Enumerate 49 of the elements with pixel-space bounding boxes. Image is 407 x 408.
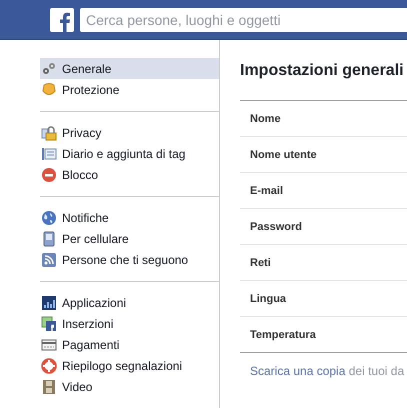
padlock-icon bbox=[41, 124, 57, 140]
settings-row[interactable]: Nome utente bbox=[240, 136, 407, 172]
logo-icon[interactable] bbox=[50, 8, 74, 32]
sidebar-item[interactable]: Pagamenti bbox=[40, 334, 219, 355]
item-label: Privacy bbox=[62, 126, 102, 140]
item-label: Generale bbox=[62, 62, 112, 76]
settings-row[interactable]: Reti bbox=[240, 244, 407, 280]
rss-icon bbox=[41, 252, 57, 268]
page-title: Impostazioni generali bbox=[240, 62, 405, 81]
item-label: Inserzioni bbox=[62, 316, 114, 330]
item-label: Diario e aggiunta di tag bbox=[62, 146, 186, 160]
badge-icon bbox=[41, 82, 57, 98]
block-icon bbox=[41, 166, 57, 182]
apps-icon bbox=[41, 294, 57, 310]
item-label: Protezione bbox=[62, 82, 120, 96]
item-label: Applicazioni bbox=[62, 296, 126, 310]
item-label: Pagamenti bbox=[62, 338, 120, 352]
download-link[interactable]: Scarica una copia bbox=[250, 364, 346, 378]
search-field[interactable]: Cerca persone, luoghi e oggetti bbox=[80, 8, 407, 32]
gears-icon bbox=[41, 60, 57, 76]
settings-row[interactable]: Lingua bbox=[240, 280, 407, 316]
sidebar-item[interactable]: Inserzioni bbox=[40, 313, 219, 334]
sidebar-item[interactable]: Applicazioni bbox=[40, 292, 219, 313]
item-label: Video bbox=[62, 380, 92, 394]
sidebar-item[interactable]: Generale bbox=[40, 58, 219, 79]
sidebar-item[interactable]: Riepilogo segnalazioni bbox=[40, 355, 219, 376]
timeline-icon bbox=[41, 146, 57, 162]
item-label: Riepilogo segnalazioni bbox=[62, 358, 182, 372]
item-label: Blocco bbox=[62, 168, 98, 182]
item-label: Per cellulare bbox=[62, 232, 129, 246]
sidebar-item[interactable]: Notifiche bbox=[40, 207, 219, 228]
sidebar-item[interactable]: Persone che ti seguono bbox=[40, 249, 219, 270]
phone-icon bbox=[41, 230, 57, 246]
lifebuoy-icon bbox=[41, 358, 57, 374]
sidebar-item[interactable]: Protezione bbox=[40, 79, 219, 100]
card-icon bbox=[41, 336, 57, 352]
sidebar-item[interactable]: Blocco bbox=[40, 164, 219, 185]
sidebar-item[interactable]: Per cellulare bbox=[40, 228, 219, 249]
settings-row[interactable]: Nome bbox=[240, 101, 407, 136]
item-label: Persone che ti seguono bbox=[62, 252, 188, 266]
sidebar-item[interactable]: Video bbox=[40, 376, 219, 397]
sidebar-item[interactable]: Privacy bbox=[40, 122, 219, 143]
settings-row[interactable]: Password bbox=[240, 208, 407, 244]
item-label: Notifiche bbox=[62, 210, 109, 224]
film-icon bbox=[41, 378, 57, 394]
settings-row[interactable]: E-mail bbox=[240, 172, 407, 208]
settings-row[interactable]: Temperatura bbox=[240, 316, 407, 352]
sidebar-item[interactable]: Diario e aggiunta di tag bbox=[40, 143, 219, 164]
download-note: Scarica una copia dei tuoi da bbox=[249, 364, 406, 378]
